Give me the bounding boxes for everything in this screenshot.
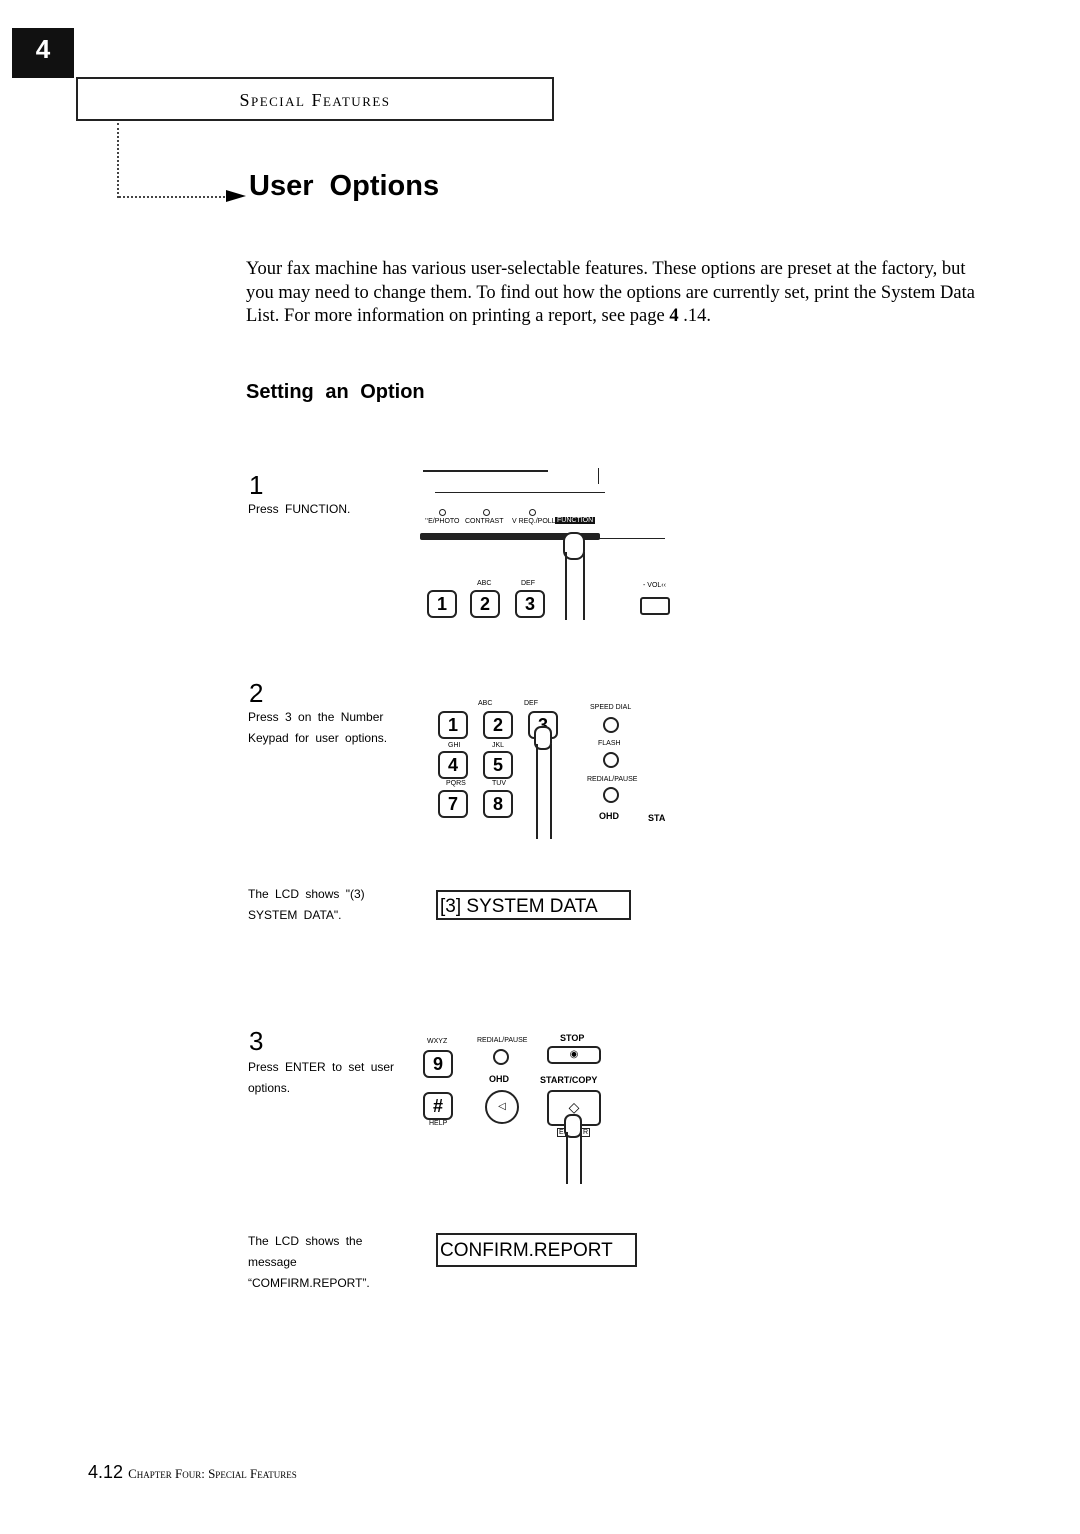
arrow-right-icon <box>226 190 246 202</box>
page-footer: 4.12 Chapter Four: Special Features <box>88 1462 297 1483</box>
key-9: 9 <box>423 1050 453 1078</box>
key-2: 2 <box>470 590 500 618</box>
panel-label: SPEED DIAL <box>590 704 632 711</box>
footer-chapter: Chapter Four: Special Features <box>128 1466 297 1481</box>
key-2: 2 <box>483 711 513 739</box>
key-1: 1 <box>427 590 457 618</box>
intro-paragraph: Your fax machine has various user-select… <box>246 258 994 329</box>
volume-key <box>640 597 670 615</box>
panel-label: ABC <box>477 580 492 587</box>
panel-label: STOP <box>560 1033 585 1043</box>
panel-label: R <box>581 1128 591 1137</box>
speed-dial-button <box>603 717 619 733</box>
step-number: 3 <box>249 1026 264 1056</box>
panel-label: JKL <box>492 742 505 749</box>
step-caption: Press 3 on the Number Keypad for user op… <box>248 710 388 745</box>
panel-label: START/COPY <box>540 1075 598 1085</box>
panel-label: OHD <box>489 1074 509 1084</box>
redial-button <box>493 1049 509 1065</box>
lcd-caption: The LCD shows "(3) SYSTEM DATA". <box>248 887 365 922</box>
section-subheading: Setting an Option <box>246 381 425 403</box>
panel-label: HELP <box>429 1120 448 1127</box>
keypad-illustration: ABC DEF SPEED DIAL 1 2 3 GHI JKL FLASH 4… <box>430 696 670 841</box>
page-ref: 4 <box>669 306 679 326</box>
panel-label: DEF <box>524 700 538 707</box>
panel-label: REDIAL/PAUSE <box>587 776 638 783</box>
step-number: 2 <box>249 678 264 708</box>
redial-button <box>603 787 619 803</box>
lcd-display: CONFIRM.REPORT <box>436 1233 637 1267</box>
stop-button: ◉ <box>547 1046 601 1064</box>
dotted-connector <box>117 123 119 198</box>
panel-label: - VOL‹‹ <box>643 582 666 589</box>
step-number: 1 <box>249 470 264 500</box>
panel-label: REDIAL/PAUSE <box>477 1037 528 1044</box>
manual-page: 4 Special Features User Options Your fax… <box>0 0 1080 1534</box>
flash-button <box>603 752 619 768</box>
key-7: 7 <box>438 790 468 818</box>
key-4: 4 <box>438 751 468 779</box>
speaker-button: ◁ <box>485 1090 519 1124</box>
panel-label: TUV <box>492 780 506 787</box>
step-caption: Press FUNCTION. <box>248 502 351 516</box>
panel-label: STA <box>648 813 666 823</box>
panel-label: WXYZ <box>427 1038 448 1045</box>
page-title: User Options <box>249 170 440 202</box>
panel-label: FLASH <box>598 740 621 747</box>
key-1: 1 <box>438 711 468 739</box>
dotted-connector <box>119 196 229 198</box>
panel-label: CONTRAST <box>465 518 504 525</box>
chapter-number-badge: 4 <box>12 28 74 78</box>
key-hash: # <box>423 1092 453 1120</box>
lcd-display: [3] SYSTEM DATA <box>436 890 631 920</box>
intro-text-end: .14. <box>678 306 711 326</box>
section-header: Special Features <box>76 77 554 121</box>
intro-text: Your fax machine has various user-select… <box>246 259 975 326</box>
panel-label: DEF <box>521 580 535 587</box>
lcd-caption: The LCD shows the message “COMFIRM.REPOR… <box>248 1234 370 1290</box>
panel-label: V REQ./POLL <box>512 518 556 525</box>
start-copy-panel-illustration: WXYZ 9 # HELP REDIAL/PAUSE OHD ◁ STOP ◉ … <box>405 1010 645 1185</box>
key-5: 5 <box>483 751 513 779</box>
key-3: 3 <box>515 590 545 618</box>
page-number: 4.12 <box>88 1462 124 1482</box>
panel-label: OHD <box>599 811 619 821</box>
function-key-label: FUNCTION <box>555 517 596 524</box>
step-caption: Press ENTER to set user options. <box>248 1060 395 1095</box>
key-8: 8 <box>483 790 513 818</box>
panel-label: PQRS <box>446 780 466 787</box>
panel-label: ’‘E/PHOTO <box>425 518 460 525</box>
panel-label: GHI <box>448 742 461 749</box>
function-panel-illustration: ’‘E/PHOTO CONTRAST V REQ./POLL FUNCTION … <box>405 460 670 630</box>
panel-label: ABC <box>478 700 493 707</box>
